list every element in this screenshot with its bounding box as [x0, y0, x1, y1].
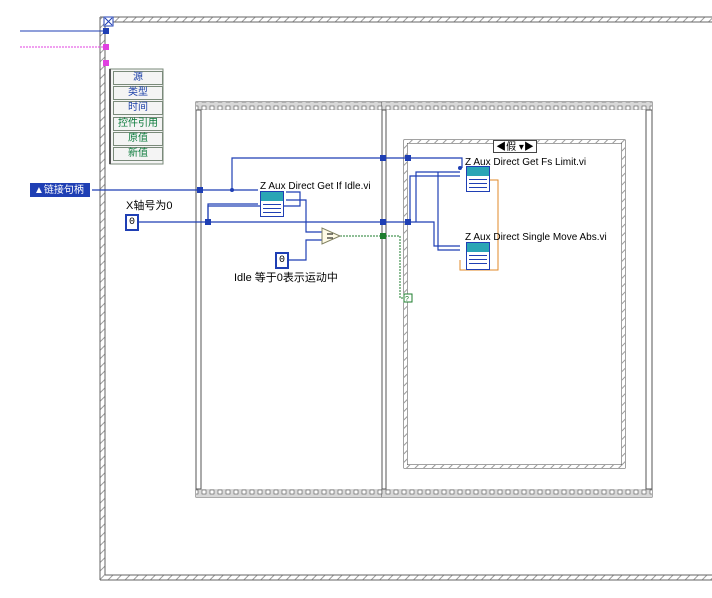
case-selector-value: 假	[506, 142, 517, 153]
block-diagram-canvas: ?	[20, 16, 712, 581]
event-field-old-value[interactable]: 原值	[113, 132, 163, 146]
case-prev-icon[interactable]: ◀	[496, 142, 506, 153]
case-next-icon[interactable]: ▶	[524, 142, 534, 153]
subvi-single-move-abs-icon[interactable]	[466, 242, 490, 270]
event-field-source[interactable]: 源	[113, 71, 163, 85]
idle-constant[interactable]: 0	[275, 252, 289, 269]
x-axis-label: X轴号为0	[126, 200, 173, 212]
case-selector[interactable]: ◀假 ▾▶	[493, 140, 537, 153]
tunnel-axis-in	[205, 219, 211, 225]
event-field-type[interactable]: 类型	[113, 86, 163, 100]
tunnel-seq-axis	[380, 219, 386, 225]
case-dropdown-icon[interactable]: ▾	[516, 142, 524, 153]
tunnel-case-axis	[405, 219, 411, 225]
event-field-time[interactable]: 时间	[113, 101, 163, 115]
tunnel-pink-2	[103, 60, 109, 66]
svg-text:?: ?	[405, 296, 409, 303]
tunnel-case-handle	[405, 155, 411, 161]
subvi-get-fs-limit-icon[interactable]	[466, 166, 490, 192]
wire-junction-2	[458, 166, 462, 170]
tunnel-seq-bool	[380, 233, 386, 239]
equal-comparison-node[interactable]	[321, 227, 342, 245]
tunnel-pink-top	[103, 44, 109, 50]
subvi-get-idle-icon[interactable]	[260, 191, 284, 217]
wire-idle	[286, 199, 322, 261]
control-arrow-icon: ▸	[34, 199, 40, 210]
x-axis-constant[interactable]: 0	[125, 214, 139, 231]
tunnel-blue-top	[103, 28, 109, 34]
tunnel-seq-handle	[380, 155, 386, 161]
idle-note: Idle 等于0表示运动中	[234, 272, 338, 284]
tunnel-handle-in	[197, 187, 203, 193]
case-structure-frame	[403, 139, 626, 469]
wire-bool	[340, 235, 408, 299]
link-handle-label: 链接句柄	[43, 185, 84, 196]
structure-corner-icon[interactable]	[103, 16, 114, 27]
event-field-control-ref[interactable]: 控件引用	[113, 117, 163, 131]
wire-junction-1	[230, 188, 234, 192]
link-handle-control[interactable]: ▲链接句柄 ▸	[30, 183, 90, 210]
handle-control-icon: ▲	[34, 185, 44, 196]
event-field-new-value[interactable]: 新值	[113, 147, 163, 161]
flat-sequence-frame-1	[195, 101, 385, 498]
